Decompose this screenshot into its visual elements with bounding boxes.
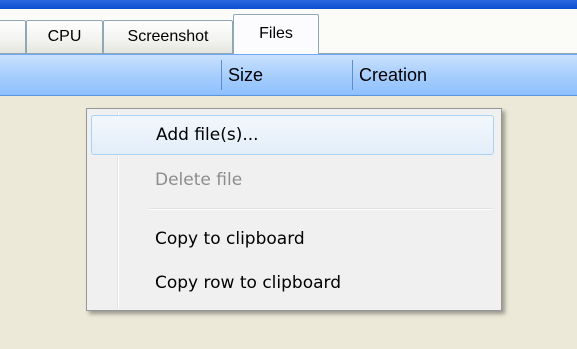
menu-item-add-files[interactable]: Add file(s)...: [91, 115, 494, 155]
title-bar-edge: [0, 0, 577, 9]
menu-item-copy-row-to-clipboard[interactable]: Copy row to clipboard: [91, 264, 494, 304]
tab-files[interactable]: Files: [233, 14, 319, 54]
table-header-row: Size Creation: [0, 54, 577, 96]
tab-screenshot[interactable]: Screenshot: [103, 20, 233, 53]
menu-item-copy-to-clipboard[interactable]: Copy to clipboard: [91, 220, 494, 260]
tab-screenshot-label: Screenshot: [127, 28, 209, 45]
column-separator[interactable]: [221, 60, 222, 90]
menu-item-label: Delete file: [155, 170, 243, 190]
menu-item-label: Add file(s)...: [156, 125, 259, 145]
menu-item-delete-file: Delete file: [91, 161, 494, 201]
menu-item-label: Copy row to clipboard: [155, 273, 341, 293]
tab-cpu[interactable]: CPU: [26, 20, 103, 53]
menu-separator: [149, 208, 493, 210]
tab-cpu-label: CPU: [47, 28, 82, 45]
tab-files-label: Files: [259, 24, 293, 42]
menu-item-label: Copy to clipboard: [155, 229, 305, 249]
tab-previous-partial[interactable]: [0, 20, 26, 53]
column-header-creation[interactable]: Creation: [359, 65, 427, 86]
column-header-size[interactable]: Size: [228, 65, 263, 86]
context-menu: Add file(s)... Delete file Copy to clipb…: [86, 108, 502, 311]
column-separator[interactable]: [352, 60, 353, 90]
